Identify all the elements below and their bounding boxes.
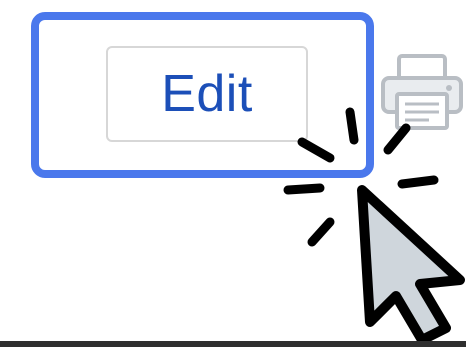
- screenshot-stage: Edit: [0, 0, 466, 347]
- bottom-divider: [0, 341, 466, 347]
- mouse-pointer-icon: [357, 185, 465, 345]
- click-burst-icon: [283, 107, 465, 345]
